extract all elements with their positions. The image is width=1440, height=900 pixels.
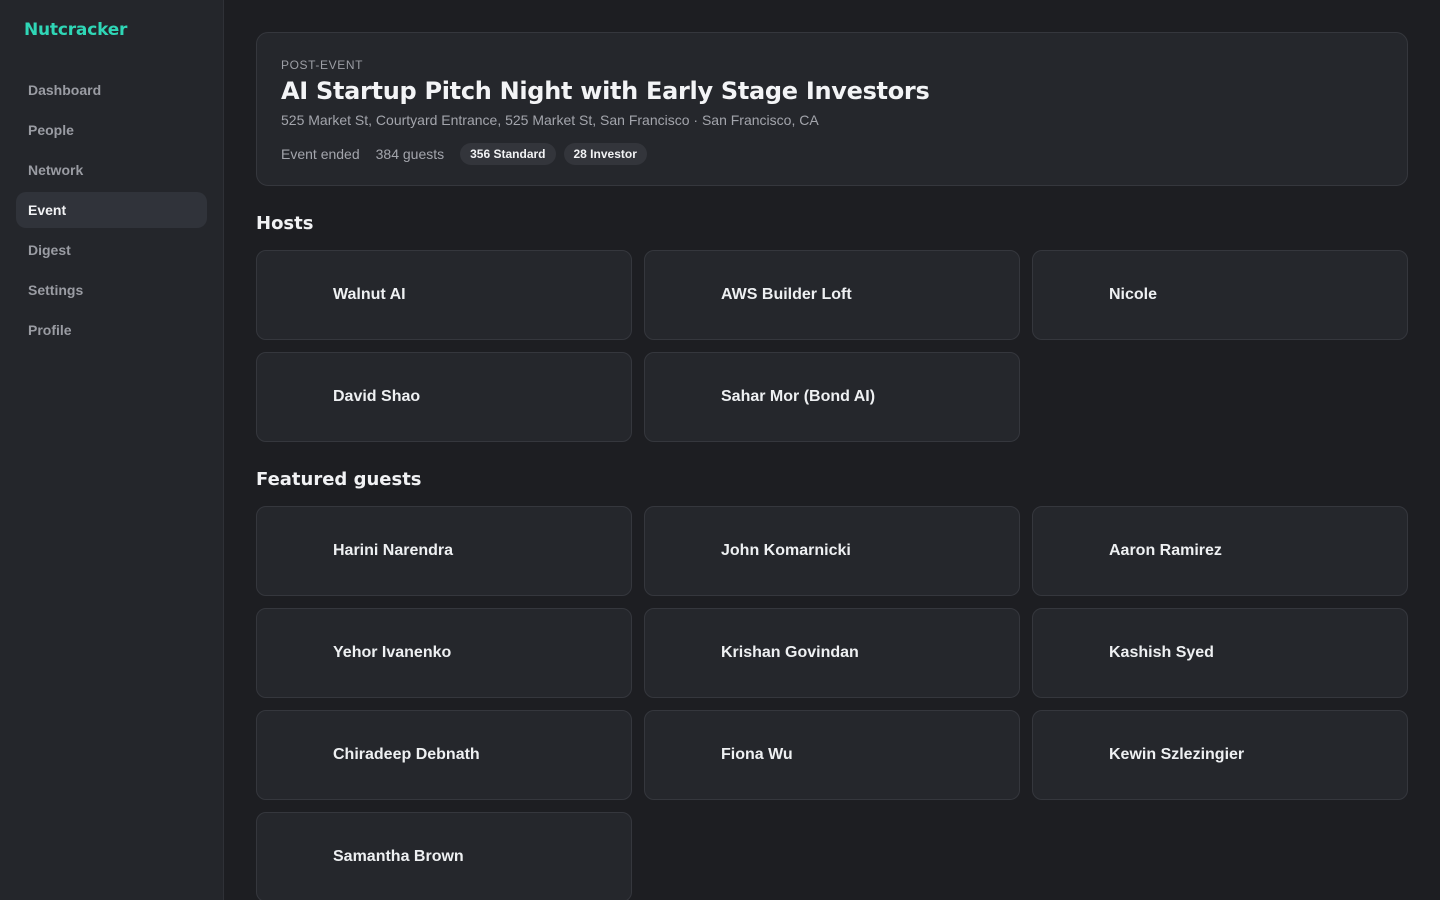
- guest-card[interactable]: Fiona Wu: [644, 710, 1020, 800]
- guest-card[interactable]: Aaron Ramirez: [1032, 506, 1408, 596]
- guest-card[interactable]: Krishan Govindan: [644, 608, 1020, 698]
- guest-card[interactable]: Chiradeep Debnath: [256, 710, 632, 800]
- sidebar-item-people[interactable]: People: [16, 112, 207, 148]
- guest-name: Yehor Ivanenko: [333, 644, 452, 661]
- avatar: [285, 737, 321, 773]
- sidebar-item-dashboard[interactable]: Dashboard: [16, 72, 207, 108]
- avatar: [1061, 277, 1097, 313]
- sidebar-item-digest[interactable]: Digest: [16, 232, 207, 268]
- event-title: AI Startup Pitch Night with Early Stage …: [281, 77, 930, 105]
- avatar: [1061, 635, 1097, 671]
- guest-card[interactable]: Yehor Ivanenko: [256, 608, 632, 698]
- guest-name: John Komarnicki: [721, 542, 851, 559]
- guest-card[interactable]: Kashish Syed: [1032, 608, 1408, 698]
- avatar: [285, 277, 321, 313]
- avatar: [1061, 533, 1097, 569]
- main-content: POST-EVENT AI Startup Pitch Night with E…: [224, 0, 1440, 900]
- guest-count: 384 guests: [375, 146, 445, 162]
- sidebar-item-event[interactable]: Event: [16, 192, 207, 228]
- event-address: 525 Market St, Courtyard Entrance, 525 M…: [281, 112, 819, 128]
- event-header-card: POST-EVENT AI Startup Pitch Night with E…: [256, 32, 1408, 186]
- guest-name: Harini Narendra: [333, 542, 454, 559]
- host-name: Sahar Mor (Bond AI): [721, 388, 876, 405]
- avatar: [673, 635, 709, 671]
- avatar: [673, 533, 709, 569]
- featured-guests-grid: Harini Narendra John Komarnicki Aaron Ra…: [256, 506, 1408, 900]
- brand-logo[interactable]: Nutcracker: [16, 18, 207, 42]
- avatar: [673, 379, 709, 415]
- guest-card[interactable]: Harini Narendra: [256, 506, 632, 596]
- avatar: [673, 277, 709, 313]
- hosts-grid: Walnut AI AWS Builder Loft Nicole David …: [256, 250, 1408, 442]
- event-meta: Event ended 384 guests 356 Standard 28 I…: [281, 143, 1383, 165]
- avatar: [285, 379, 321, 415]
- guest-name: Kewin Szlezingier: [1109, 746, 1245, 763]
- avatar: [285, 635, 321, 671]
- guest-card[interactable]: Samantha Brown: [256, 812, 632, 900]
- avatar: [1061, 737, 1097, 773]
- host-card[interactable]: AWS Builder Loft: [644, 250, 1020, 340]
- guest-name: Chiradeep Debnath: [333, 746, 480, 763]
- host-name: AWS Builder Loft: [721, 286, 852, 303]
- avatar: [285, 533, 321, 569]
- guest-card[interactable]: John Komarnicki: [644, 506, 1020, 596]
- guest-name: Aaron Ramirez: [1109, 542, 1222, 559]
- event-state: Event ended: [281, 146, 360, 162]
- sidebar: Nutcracker Dashboard People Network Even…: [0, 0, 224, 900]
- avatar: [285, 839, 321, 875]
- guest-name: Samantha Brown: [333, 848, 464, 865]
- app-root: Nutcracker Dashboard People Network Even…: [0, 0, 1440, 900]
- guest-name: Kashish Syed: [1109, 644, 1214, 661]
- ticket-badge-investor: 28 Investor: [563, 143, 647, 165]
- host-name: David Shao: [333, 388, 421, 405]
- featured-guests-section-title: Featured guests: [256, 469, 422, 490]
- sidebar-item-settings[interactable]: Settings: [16, 272, 207, 308]
- guest-card[interactable]: Kewin Szlezingier: [1032, 710, 1408, 800]
- host-card[interactable]: Nicole: [1032, 250, 1408, 340]
- event-status-label: POST-EVENT: [281, 58, 364, 72]
- sidebar-item-network[interactable]: Network: [16, 152, 207, 188]
- ticket-badge-standard: 356 Standard: [460, 143, 556, 165]
- host-card[interactable]: Walnut AI: [256, 250, 632, 340]
- host-name: Walnut AI: [333, 286, 406, 303]
- avatar: [673, 737, 709, 773]
- guest-name: Krishan Govindan: [721, 644, 859, 661]
- guest-name: Fiona Wu: [721, 746, 793, 763]
- sidebar-nav: Dashboard People Network Event Digest Se…: [16, 72, 207, 348]
- host-name: Nicole: [1109, 286, 1158, 303]
- host-card[interactable]: David Shao: [256, 352, 632, 442]
- sidebar-item-profile[interactable]: Profile: [16, 312, 207, 348]
- host-card[interactable]: Sahar Mor (Bond AI): [644, 352, 1020, 442]
- hosts-section-title: Hosts: [256, 213, 314, 234]
